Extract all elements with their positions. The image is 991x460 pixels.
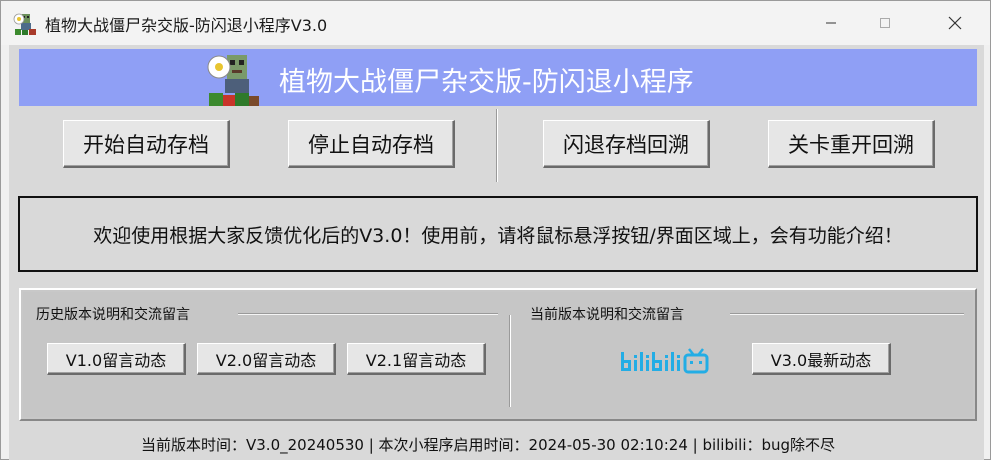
minimize-button[interactable] [808, 1, 854, 45]
welcome-message[interactable]: 欢迎使用根据大家反馈优化后的V3.0！使用前，请将鼠标悬浮按钮/界面区域上，会有… [18, 196, 978, 272]
stop-autosave-button[interactable]: 停止自动存档 [288, 120, 455, 168]
banner: 植物大战僵尸杂交版-防闪退小程序 [19, 49, 977, 106]
title-bar[interactable]: 植物大战僵尸杂交版-防闪退小程序V3.0 [1, 1, 990, 45]
banner-title: 植物大战僵尸杂交版-防闪退小程序 [279, 67, 694, 98]
bilibili-logo-icon[interactable] [611, 345, 711, 379]
level-restart-rollback-button[interactable]: 关卡重开回溯 [768, 120, 935, 168]
v2-comments-button[interactable]: V2.0留言动态 [197, 343, 336, 375]
group-divider [509, 315, 511, 407]
app-icon [13, 11, 37, 35]
close-icon [948, 16, 962, 30]
status-footer: 当前版本时间：V3.0_20240530 | 本次小程序启用时间：2024-05… [141, 436, 836, 454]
client-area: 植物大战僵尸杂交版-防闪退小程序 开始自动存档 停止自动存档 闪退存档回溯 关卡… [9, 45, 984, 460]
maximize-button[interactable] [862, 1, 908, 45]
button-divider [496, 109, 498, 182]
crash-rollback-button[interactable]: 闪退存档回溯 [543, 120, 710, 168]
history-group-title: 历史版本说明和交流留言 [36, 307, 190, 323]
current-group-title: 当前版本说明和交流留言 [530, 307, 684, 323]
app-window: 植物大战僵尸杂交版-防闪退小程序V3.0 植物大战僵尸杂交版-防闪退小程序 开始… [0, 0, 991, 460]
close-button[interactable] [932, 1, 978, 45]
v3-latest-button[interactable]: V3.0最新动态 [752, 343, 891, 375]
v21-comments-button[interactable]: V2.1留言动态 [347, 343, 486, 375]
maximize-icon [880, 18, 890, 28]
window-title: 植物大战僵尸杂交版-防闪退小程序V3.0 [45, 16, 328, 35]
plant-zombie-logo-icon [207, 55, 259, 106]
minimize-icon [826, 22, 836, 24]
current-group-line [730, 313, 964, 315]
history-group-line [238, 313, 498, 315]
v1-comments-button[interactable]: V1.0留言动态 [47, 343, 186, 375]
start-autosave-button[interactable]: 开始自动存档 [63, 120, 230, 168]
